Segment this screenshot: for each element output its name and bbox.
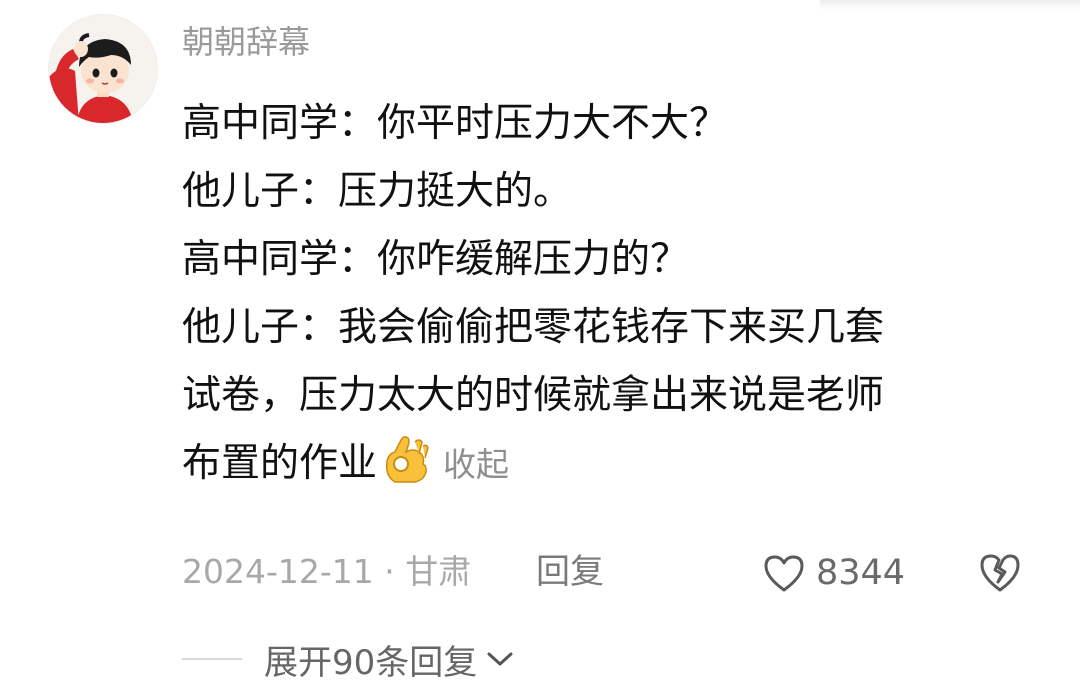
- dislike-button[interactable]: [977, 550, 1023, 596]
- top-edge-shadow: [820, 0, 1080, 10]
- comment-username[interactable]: 朝朝辞幕: [182, 18, 310, 66]
- reply-button[interactable]: 回复: [536, 544, 604, 600]
- avatar[interactable]: [48, 14, 158, 124]
- comment-line: 他儿子：我会偷偷把零花钱存下来买几套: [182, 305, 885, 350]
- comment-line: 他儿子：压力挺大的。: [182, 169, 573, 214]
- chevron-down-icon: [487, 652, 513, 666]
- divider-line: [182, 658, 242, 660]
- like-count: 8344: [816, 553, 906, 593]
- broken-heart-icon: [980, 554, 1020, 592]
- ok-hand-icon: [379, 432, 433, 508]
- comment-line: 试卷，压力太大的时候就拿出来说是老师: [182, 373, 885, 418]
- expand-replies-label: 展开90条回复: [264, 642, 478, 683]
- comment-body: 高中同学：你平时压力大不大？ 他儿子：压力挺大的。 高中同学：你咋缓解压力的？ …: [182, 90, 1012, 498]
- comment-date-location: 2024-12-11 · 甘肃: [182, 552, 472, 591]
- comment-line: 布置的作业: [182, 441, 378, 486]
- heart-icon: [764, 555, 804, 592]
- expand-replies-button[interactable]: 展开90条回复: [182, 632, 515, 686]
- comment-line: 高中同学：你平时压力大不大？: [182, 101, 729, 146]
- avatar-image: [49, 15, 157, 123]
- like-button[interactable]: 8344: [762, 550, 905, 596]
- comment-line: 高中同学：你咋缓解压力的？: [182, 237, 690, 282]
- collapse-link[interactable]: 收起: [443, 445, 509, 484]
- comment-meta-row: 2024-12-11 · 甘肃 回复 8344: [182, 544, 1032, 600]
- comment-last-line: 布置的作业 收起: [182, 430, 1012, 498]
